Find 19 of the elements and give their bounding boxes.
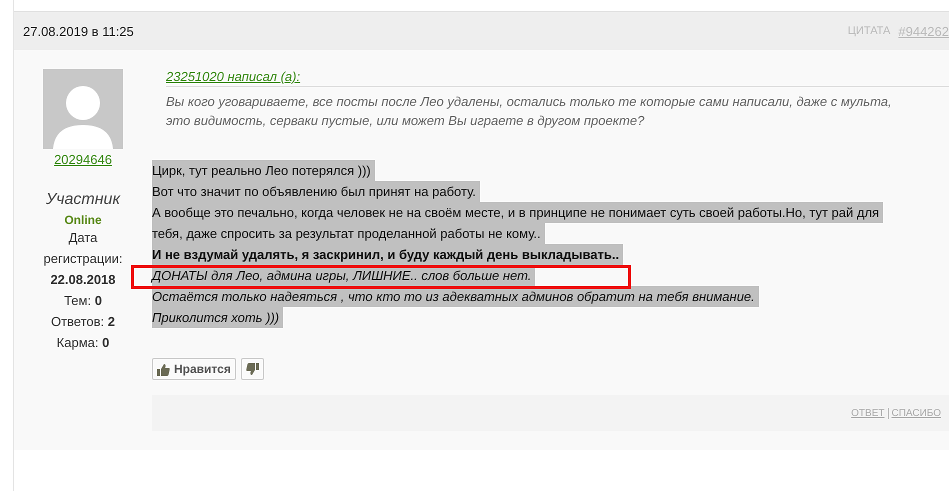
- like-button[interactable]: Нравится: [152, 358, 236, 380]
- thumbs-down-icon: [246, 362, 259, 376]
- footer-link[interactable]: СПАСИБО: [892, 408, 941, 418]
- stat-text: Тем: 0: [64, 292, 102, 310]
- online-status: Online: [64, 213, 102, 227]
- username-link[interactable]: 20294646: [54, 152, 112, 167]
- stat-text: Ответов: 2: [50, 313, 116, 331]
- quote-author-link[interactable]: 23251020 написал (а):: [166, 69, 300, 84]
- stat-text: Карма: 0: [56, 334, 110, 352]
- avatar-icon: [43, 69, 123, 149]
- stat-label: Дата регистрации:: [42, 229, 124, 268]
- post-date: 27.08.2019 в 11:25: [23, 24, 134, 38]
- footer-link[interactable]: ОТВЕТ: [851, 408, 884, 418]
- thumbs-up-icon: [157, 362, 170, 376]
- quote-text: это видимость, серваки пустые, или может Вы играете в другом проекте?: [166, 112, 646, 130]
- stat-value: 22.08.2018: [50, 271, 116, 289]
- dislike-button[interactable]: [240, 358, 264, 380]
- quote-text: Вы кого уговариваете, все посты после Лео удалены, остались только те которые сами написали, даже с мульта,: [166, 93, 893, 111]
- user-rank: Участник: [46, 191, 120, 209]
